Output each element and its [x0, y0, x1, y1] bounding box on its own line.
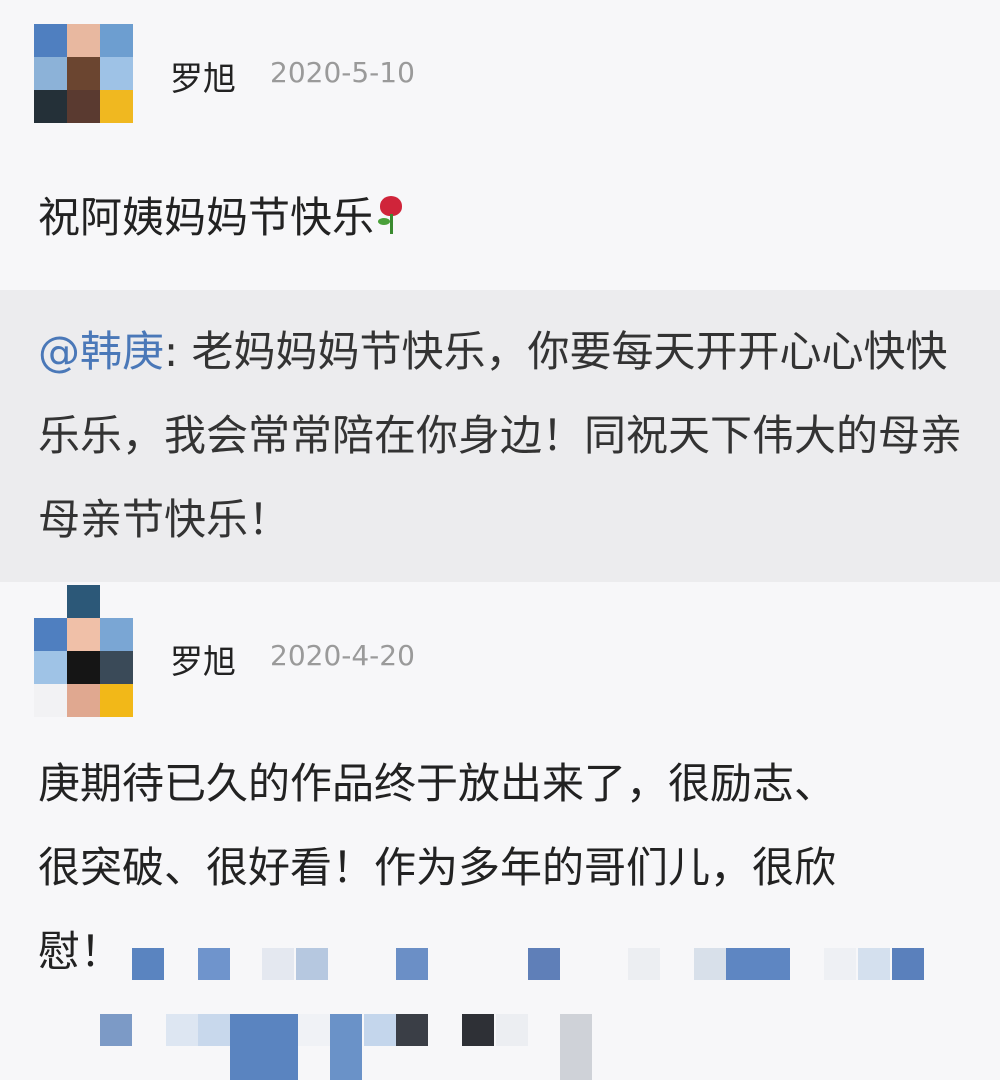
rose-icon — [374, 194, 408, 236]
post-text-content: 祝阿姨妈妈节快乐 — [38, 193, 375, 242]
avatar[interactable] — [34, 618, 133, 717]
username[interactable]: 罗旭 — [170, 635, 236, 683]
post-text: 祝阿姨妈妈节快乐 — [38, 176, 408, 260]
post-text-line: 很突破、很好看！作为多年的哥们儿，很欣 — [38, 843, 837, 892]
quote-text: @韩庚: 老妈妈妈节快乐，你要每天开开心心快快乐乐，我会常常陪在你身边！同祝天下… — [38, 310, 968, 562]
avatar-decoration — [67, 585, 100, 618]
timestamp: 2020-5-10 — [270, 56, 415, 89]
repost-quote[interactable]: @韩庚: 老妈妈妈节快乐，你要每天开开心心快快乐乐，我会常常陪在你身边！同祝天下… — [0, 290, 1000, 582]
timestamp: 2020-4-20 — [270, 639, 415, 672]
mention-link[interactable]: @韩庚 — [38, 327, 164, 376]
username[interactable]: 罗旭 — [170, 52, 236, 100]
pixelated-redaction — [0, 940, 1000, 1080]
avatar[interactable] — [34, 24, 133, 123]
quote-content: : 老妈妈妈节快乐，你要每天开开心心快快乐乐，我会常常陪在你身边！同祝天下伟大的… — [38, 327, 963, 544]
post-text-line: 庚期待已久的作品终于放出来了，很励志、 — [38, 759, 837, 808]
